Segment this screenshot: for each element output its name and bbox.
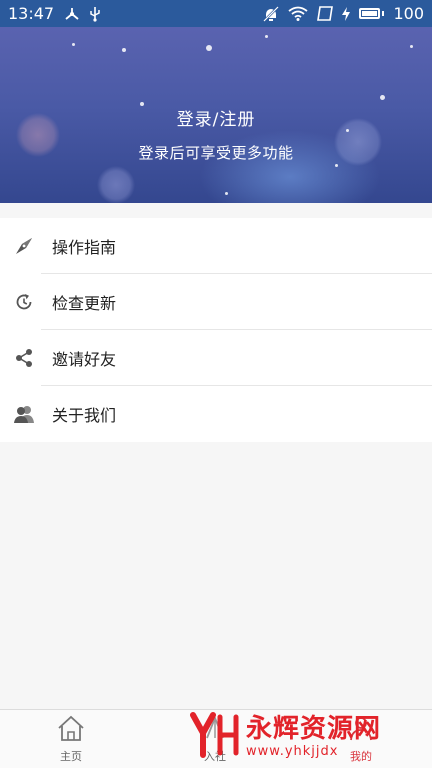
share-icon: [0, 348, 52, 368]
menu-item-about-us[interactable]: 关于我们: [0, 386, 432, 442]
login-subtitle: 登录后可享受更多功能: [138, 144, 294, 162]
do-not-disturb-icon: [263, 5, 280, 22]
menu-item-label: 关于我们: [52, 406, 117, 425]
menu-item-label: 检查更新: [52, 294, 117, 313]
login-banner[interactable]: 登录/注册 登录后可享受更多功能: [0, 27, 432, 203]
menu-item-guide[interactable]: 操作指南: [0, 218, 432, 274]
menu-item-label: 邀请好友: [52, 350, 117, 369]
status-bar: 13:47 100: [0, 0, 432, 27]
watermark-logo-icon: [190, 711, 240, 763]
nav-home-label: 主页: [60, 750, 82, 763]
login-register-title[interactable]: 登录/注册: [0, 105, 432, 130]
sim-icon: [317, 6, 334, 21]
status-time: 13:47: [8, 4, 55, 23]
battery-level: 100: [393, 4, 424, 23]
wifi-icon: [288, 6, 309, 21]
settings-menu: 操作指南 检查更新 邀请好友 关于我们: [0, 218, 432, 442]
refresh-clock-icon: [0, 292, 52, 312]
watermark-name: 永辉资源网: [246, 714, 382, 744]
watermark-url: www.yhkjjdx: [246, 744, 339, 759]
compass-icon: [0, 236, 52, 256]
menu-item-invite-friends[interactable]: 邀请好友: [0, 330, 432, 386]
watermark: 永辉资源网 www.yhkjjdx: [190, 712, 381, 762]
menu-item-check-update[interactable]: 检查更新: [0, 274, 432, 330]
charging-icon: [342, 6, 351, 21]
home-icon: [56, 714, 86, 746]
usb-icon: [90, 6, 100, 22]
users-icon: [0, 404, 52, 424]
fork-icon: [64, 7, 80, 21]
nav-home[interactable]: 主页: [21, 710, 121, 768]
menu-item-label: 操作指南: [52, 238, 117, 257]
battery-icon: [359, 8, 385, 19]
